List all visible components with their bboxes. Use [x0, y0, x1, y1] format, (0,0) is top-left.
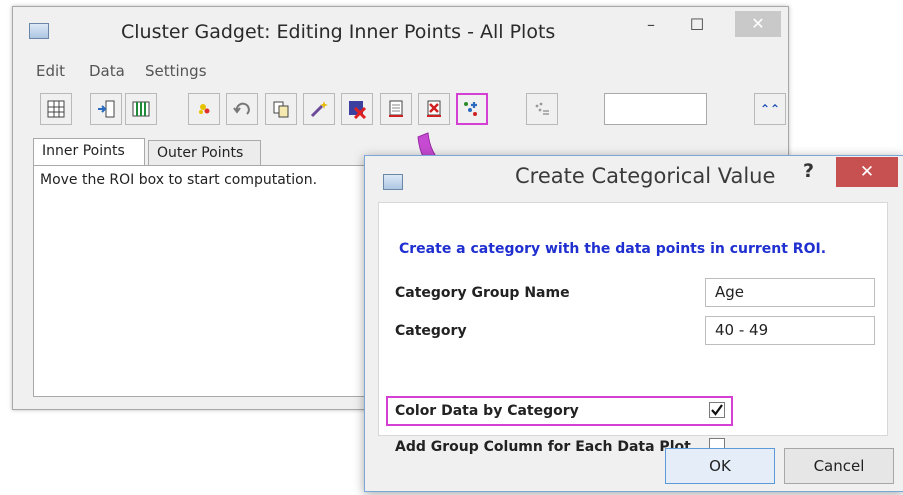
- collapse-icon: ⌃⌃: [759, 102, 781, 116]
- minimize-button[interactable]: –: [631, 15, 671, 37]
- close-button[interactable]: ✕: [735, 11, 781, 37]
- checkmark-icon: [711, 404, 723, 416]
- mask-red-icon: [427, 100, 441, 117]
- collapse-button[interactable]: ⌃⌃: [754, 93, 786, 125]
- create-categorical-dialog: Create Categorical Value ? ✕ Create a ca…: [364, 155, 903, 492]
- copy-icon: [273, 101, 289, 118]
- status-message: Move the ROI box to start computation.: [40, 172, 318, 188]
- cancel-button[interactable]: Cancel: [784, 448, 894, 484]
- app-icon: [29, 23, 49, 39]
- color-by-category-checkbox[interactable]: [709, 402, 725, 418]
- maximize-button[interactable]: ☐: [677, 15, 717, 37]
- group-name-label: Category Group Name: [395, 285, 570, 301]
- window-title: Cluster Gadget: Editing Inner Points - A…: [121, 21, 556, 43]
- roi-grid-icon: [47, 100, 65, 118]
- category-label: Category: [395, 323, 467, 339]
- mask-icon: [389, 100, 403, 117]
- select-points-icon: [199, 104, 210, 114]
- dotted-points-button[interactable]: [526, 93, 558, 125]
- wand-button[interactable]: [303, 93, 335, 125]
- ok-button[interactable]: OK: [665, 448, 775, 484]
- dialog-title: Create Categorical Value: [515, 164, 776, 188]
- dotted-points-icon: [535, 102, 549, 115]
- mask-button[interactable]: [380, 93, 412, 125]
- category-input[interactable]: 40 - 49: [705, 316, 875, 345]
- columns-button[interactable]: [125, 93, 157, 125]
- title-bar[interactable]: Cluster Gadget: Editing Inner Points - A…: [13, 7, 788, 51]
- menu-settings[interactable]: Settings: [145, 62, 207, 80]
- menu-data[interactable]: Data: [89, 62, 125, 80]
- dialog-app-icon: [383, 174, 403, 190]
- dialog-heading: Create a category with the data points i…: [399, 241, 827, 257]
- undo-icon: [233, 102, 250, 115]
- mask-red-button[interactable]: [418, 93, 450, 125]
- import-column-button[interactable]: [90, 93, 122, 125]
- delete-data-icon: [349, 101, 367, 119]
- roi-grid-button[interactable]: [40, 93, 72, 125]
- categorize-icon: [464, 102, 477, 116]
- import-column-icon: [98, 100, 115, 118]
- delete-data-button[interactable]: [341, 93, 373, 125]
- help-button[interactable]: ?: [803, 160, 814, 182]
- columns-icon: [132, 101, 150, 117]
- add-group-column-label: Add Group Column for Each Data Plot: [395, 439, 691, 455]
- color-by-category-label: Color Data by Category: [395, 403, 579, 419]
- tab-inner-points[interactable]: Inner Points: [33, 138, 145, 165]
- undo-button[interactable]: [226, 93, 258, 125]
- copy-button[interactable]: [265, 93, 297, 125]
- tab-outer-points[interactable]: Outer Points: [148, 140, 261, 165]
- menu-edit[interactable]: Edit: [36, 62, 65, 80]
- toolbar: ⌃⌃: [13, 93, 788, 133]
- create-category-button[interactable]: [456, 93, 488, 125]
- dialog-content: Create a category with the data points i…: [378, 202, 888, 455]
- dialog-close-button[interactable]: ✕: [836, 157, 898, 187]
- select-points-button[interactable]: [188, 93, 220, 125]
- group-name-input[interactable]: Age: [705, 278, 875, 307]
- toolbar-input[interactable]: [604, 93, 707, 125]
- wand-icon: [310, 101, 328, 118]
